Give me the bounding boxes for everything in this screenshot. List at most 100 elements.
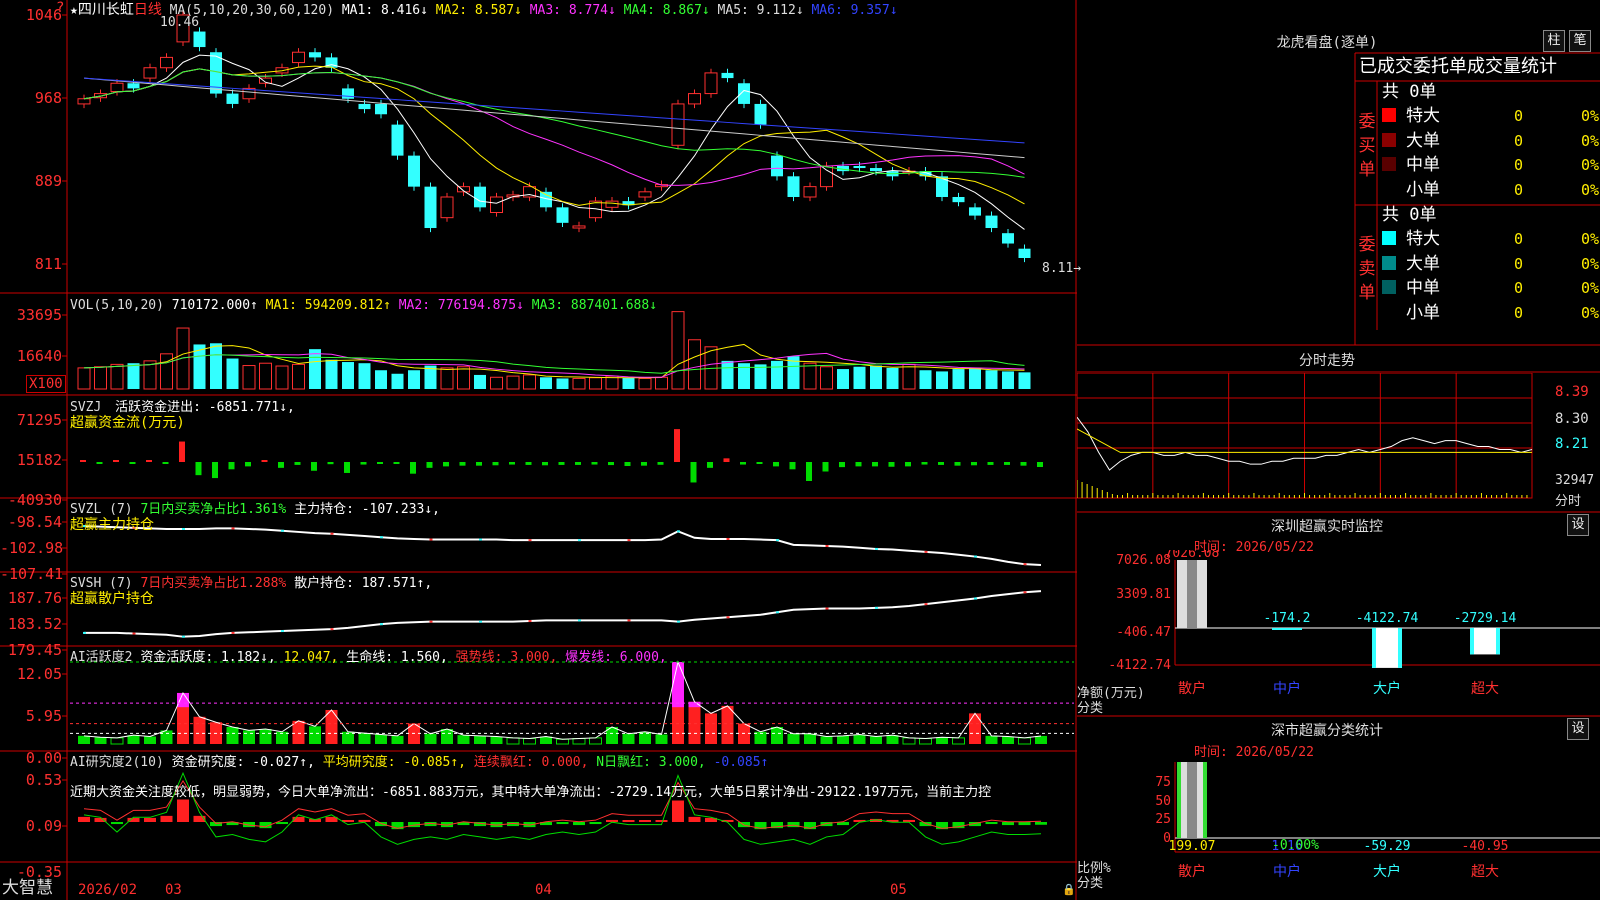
fund-flow-bar [162, 462, 169, 464]
sell-row-label: 大单 [1406, 253, 1440, 274]
svsh-hold: 散户持仓: 187.571↑, [294, 576, 433, 591]
svsh-sub: 超赢散户持仓 [70, 591, 154, 607]
activity-bar [985, 735, 998, 744]
ai1-axis-label: 12.05 [16, 665, 62, 683]
volume-bar [969, 367, 981, 389]
activity-bar [259, 729, 272, 744]
ai1-axis-label: 0.00 [25, 749, 62, 767]
activity-bar [952, 737, 965, 745]
activity-bar [572, 738, 586, 745]
sz-class-settings-button[interactable]: 设 [1567, 718, 1589, 740]
fund-flow-bar [443, 462, 449, 467]
candle-body [358, 103, 371, 110]
volume-bar [474, 374, 486, 389]
ai2-axis-label: 0.53 [25, 771, 62, 789]
sz-monitor-settings-button[interactable]: 设 [1567, 514, 1589, 536]
activity-bar [506, 737, 520, 745]
research-bar [375, 822, 387, 827]
buy-total: 共 0单 [1382, 82, 1437, 102]
main-holding-line-marker [429, 538, 433, 541]
volume-bar [803, 362, 817, 390]
candle-body [127, 83, 140, 89]
retail-holding-line-marker [974, 597, 977, 600]
activity-bar [441, 729, 453, 744]
sell-row-label: 中单 [1406, 278, 1440, 298]
research-bar [688, 816, 701, 822]
legend-swatch-icon [1382, 108, 1396, 122]
activity-bar [226, 726, 239, 744]
vol-ma1: MA1: 594209.812↑ [265, 298, 391, 313]
vol-value: 710172.000↑ [171, 298, 258, 313]
research-bar [1018, 822, 1031, 826]
activity-bar [771, 726, 783, 744]
retail-holding-line-marker [231, 631, 235, 634]
class-category-label: 中户 [1273, 863, 1301, 880]
activity-bar [969, 713, 981, 744]
date-axis-label: 05 [890, 882, 907, 898]
volume-bar [259, 362, 272, 390]
research-bar [160, 815, 173, 822]
monitor-value-label: 7026.08 [1165, 550, 1220, 561]
volume-bar [160, 353, 173, 390]
candle-body [77, 98, 91, 105]
price-axis-label: 1046 [25, 6, 62, 24]
fund-flow-bar [80, 460, 86, 462]
activity-bar [292, 720, 305, 744]
sell-row-count: 0 [1513, 230, 1523, 248]
svsh-axis-label: 187.76 [7, 589, 62, 607]
svsh-ratio: 7日内买卖净占比1.288% [140, 576, 287, 591]
candle-body [474, 186, 486, 208]
research-bar [985, 822, 998, 825]
volume-bar [309, 349, 321, 389]
research-bar [903, 819, 915, 822]
sell-row-pct: 0% [1580, 254, 1599, 273]
price-axis-label: 968 [34, 89, 62, 107]
price-axis-label: 811 [34, 255, 62, 273]
retail-holding-line-marker [83, 631, 86, 634]
bar-mode-button[interactable]: 柱 [1543, 30, 1565, 52]
retail-holding-line-marker [726, 616, 730, 619]
svzj-axis-label: 15182 [16, 451, 62, 469]
activity-bar [523, 738, 536, 745]
brand-logo: 大智慧 [2, 878, 53, 898]
research-line [83, 771, 1042, 845]
intraday-chart [1077, 373, 1533, 499]
intraday-title: 分时走势 [1299, 353, 1355, 369]
candle-body [391, 124, 404, 156]
candle-body [671, 103, 685, 146]
retail-holding-line-marker [875, 606, 878, 609]
research-bar [358, 819, 371, 822]
date-axis-label: 03 [165, 882, 182, 898]
volume-bar [919, 370, 932, 389]
tick-mode-button[interactable]: 笔 [1569, 30, 1591, 52]
candle-body [1018, 248, 1031, 258]
svsh-header: SVSH (7) 7日内买卖净占比1.288% 散户持仓: 187.571↑, [70, 576, 432, 592]
ai1-label: AI活跃度2 [70, 650, 133, 665]
lock-icon[interactable]: 🔒 [1062, 883, 1076, 896]
sell-row-pct: 0% [1580, 279, 1599, 297]
candle-body [803, 186, 817, 198]
sz-monitor-xlabel: 分类 [1077, 701, 1104, 716]
fund-flow-bar [195, 462, 202, 476]
vol-ma3: MA3: 887401.688↓ [531, 298, 658, 313]
vol-unit: X100 [26, 375, 66, 393]
fund-flow-bar [525, 462, 532, 465]
svzl-axis-label: -102.98 [0, 539, 64, 557]
sell-row: 大单 [1382, 252, 1440, 276]
candle-body [440, 196, 454, 219]
activity-bar [837, 735, 849, 744]
retail-holding-line-marker [776, 611, 779, 614]
ai2-axis-label: 0.09 [25, 817, 62, 835]
period-label[interactable]: 日线 [134, 2, 162, 18]
ai1-v5: 爆发线: 6.000, [565, 650, 667, 665]
stock-name[interactable]: 四川长虹 [78, 2, 134, 18]
fund-flow-bar [591, 462, 598, 465]
volume-bar [754, 364, 767, 389]
sell-row-label: 小单 [1406, 302, 1440, 323]
volume-bar [1018, 372, 1031, 389]
volume-bar [440, 367, 454, 390]
volume-bar [391, 373, 404, 389]
fund-flow-bar [608, 462, 614, 466]
monitor-axis-label: -4122.74 [1108, 658, 1171, 673]
favorite-star-icon[interactable]: ★ [70, 3, 78, 18]
